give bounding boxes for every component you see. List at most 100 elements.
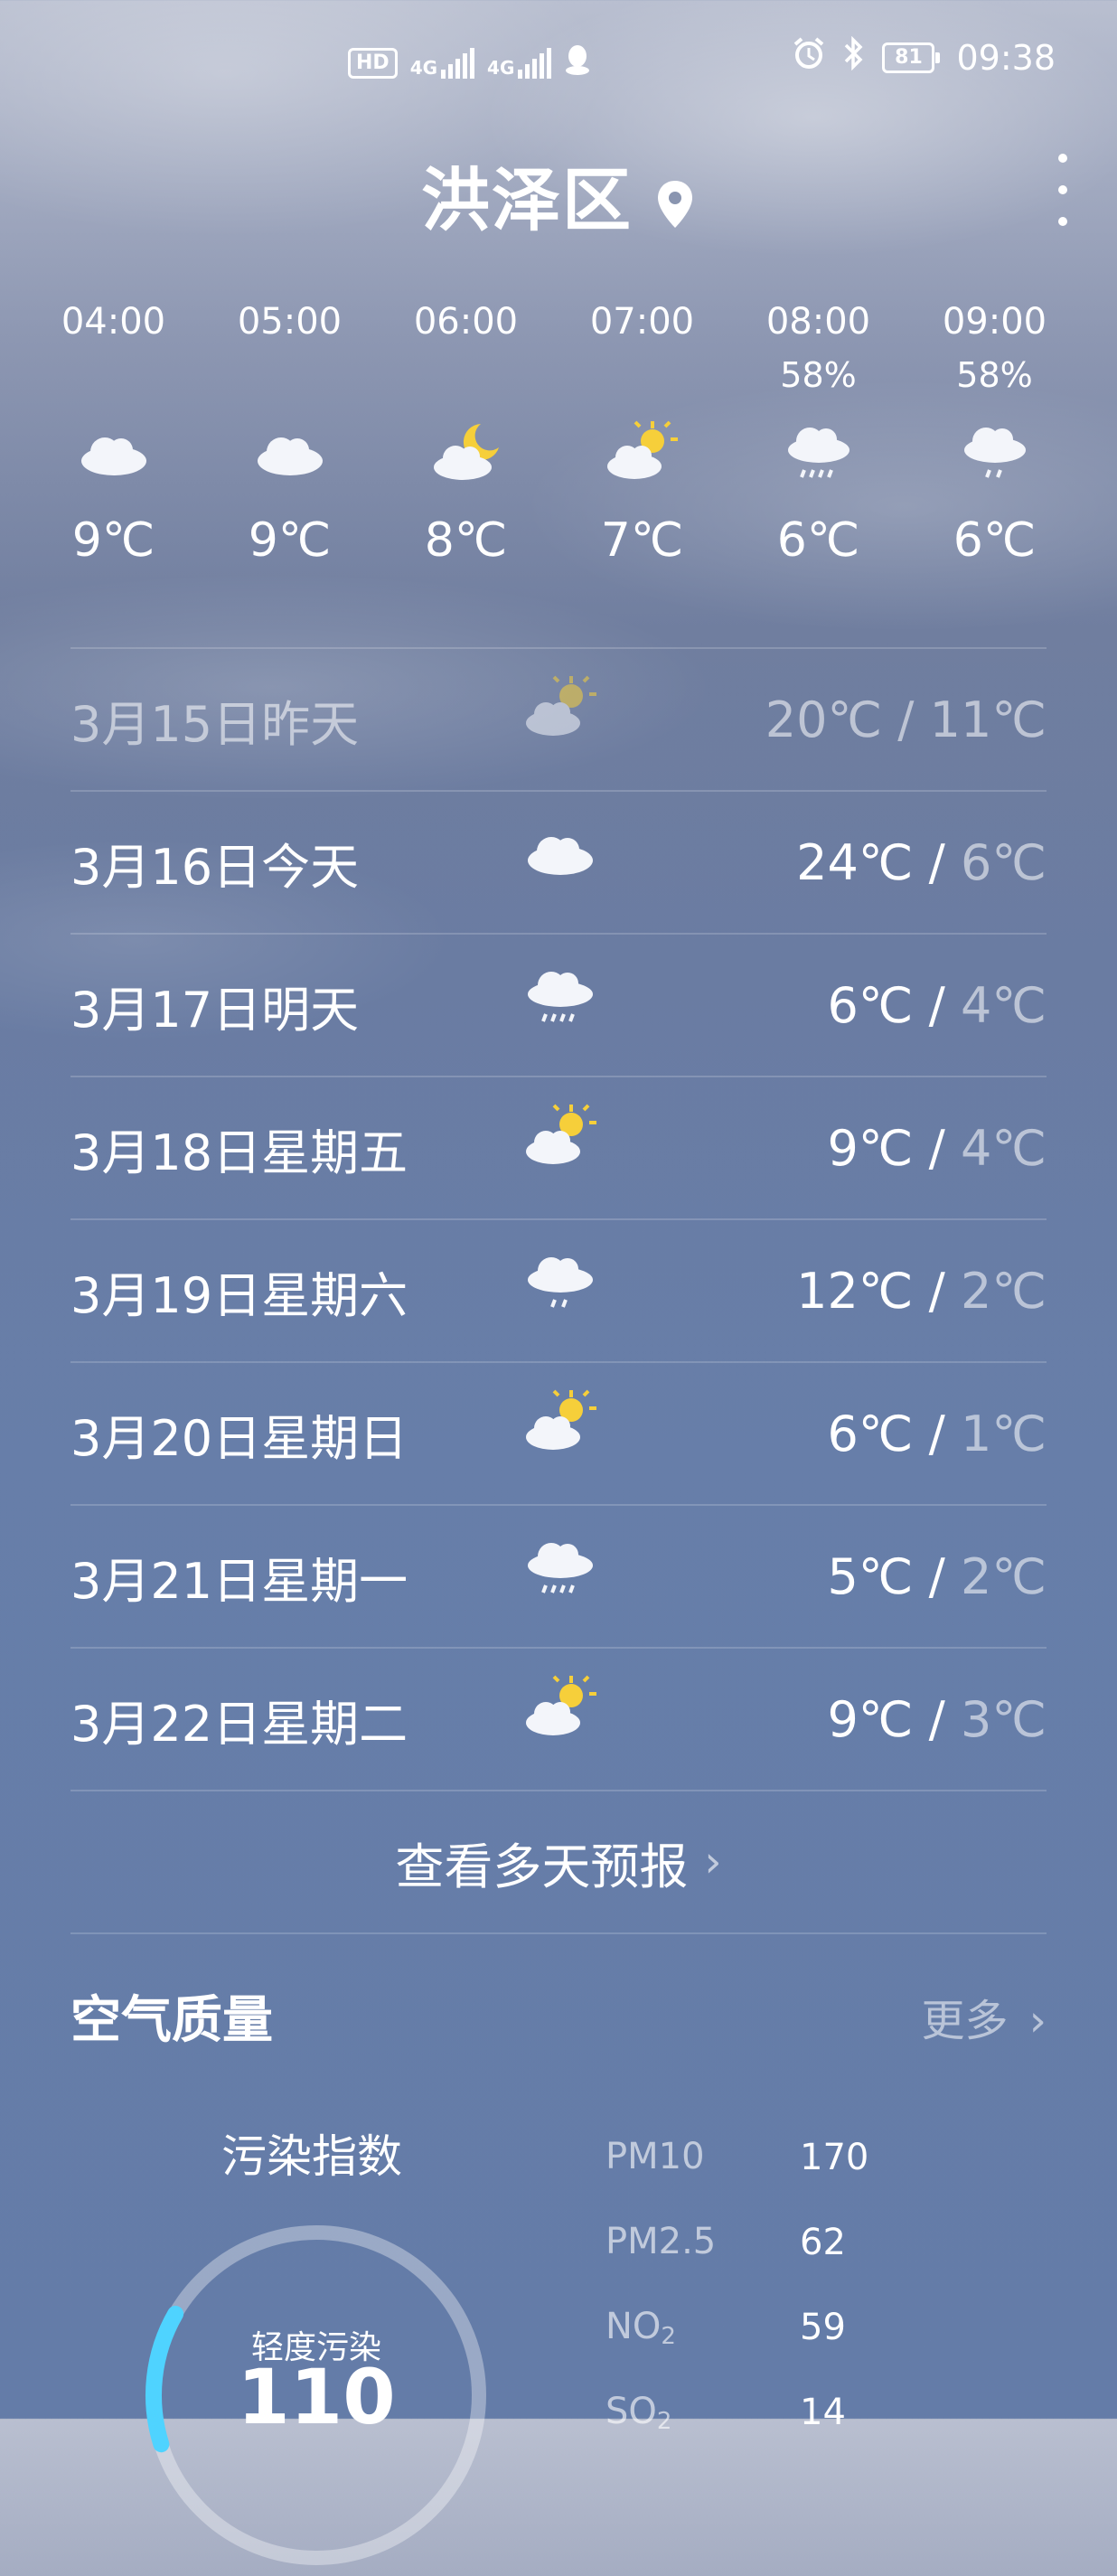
hour-precip (554, 353, 730, 407)
more-label: 更多 (921, 1996, 1009, 2046)
day-low: 1℃ (960, 1405, 1047, 1462)
day-temps: 6℃ / 4℃ (827, 976, 1047, 1034)
hour-item: 05:00 9℃ (202, 298, 378, 577)
hour-temp: 9℃ (248, 513, 332, 568)
day-date: 3月17日明天 (70, 981, 360, 1039)
signal-4g-icon: 4G (409, 47, 475, 79)
partly-sunny-icon (522, 1101, 600, 1177)
day-row[interactable]: 3月17日明天 6℃ / 4℃ (70, 933, 1047, 1076)
hour-temp: 7℃ (600, 513, 684, 568)
pollutant-row: PM2.5 62 (605, 2200, 1057, 2285)
hour-temp: 6℃ (953, 513, 1037, 568)
pollutant-value: 14 (800, 2392, 846, 2433)
hour-item: 06:00 8℃ (378, 298, 554, 577)
day-row[interactable]: 3月22日星期二 9℃ / 3℃ (70, 1647, 1047, 1790)
day-temps: 5℃ / 2℃ (827, 1547, 1047, 1605)
day-row-today[interactable]: 3月16日今天 24℃ / 6℃ (70, 790, 1047, 933)
rain-icon (522, 1529, 600, 1605)
alarm-icon (792, 36, 826, 79)
page-title[interactable]: 洪泽区 (0, 145, 1117, 246)
pollutant-value: 59 (800, 2307, 846, 2348)
partly-sunny-icon (522, 1672, 600, 1748)
light-rain-icon (522, 1244, 600, 1320)
day-low: 11℃ (929, 691, 1047, 748)
day-high: 9℃ (827, 1119, 914, 1177)
hour-precip: 58% (780, 355, 857, 395)
hour-time: 06:00 (413, 301, 519, 343)
hd-icon: HD (348, 47, 398, 79)
day-date: 3月18日星期五 (70, 1123, 408, 1181)
pollution-index-label: 污染指数 (221, 2130, 402, 2183)
cloudy-icon (25, 407, 202, 497)
pollutant-name: PM10 (605, 2135, 705, 2177)
day-high: 24℃ (796, 833, 914, 891)
pollutant-name: NO2 (605, 2305, 676, 2350)
day-date: 3月19日星期六 (70, 1266, 408, 1324)
day-high: 6℃ (827, 976, 914, 1034)
day-row-yesterday[interactable]: 3月15日昨天 20℃ / 11℃ (70, 647, 1047, 790)
day-temps: 20℃ / 11℃ (765, 691, 1047, 748)
hour-time: 09:00 (942, 301, 1047, 343)
pollutant-list: PM10 170 PM2.5 62 NO2 59 SO2 14 (605, 2115, 1057, 2455)
air-quality-more-link[interactable]: 更多 › (922, 1985, 1047, 2048)
day-row[interactable]: 3月21日星期一 5℃ / 2℃ (70, 1504, 1047, 1647)
day-low: 2℃ (960, 1547, 1047, 1605)
day-low: 6℃ (960, 833, 1047, 891)
cloudy-icon (202, 407, 378, 497)
status-right: 81 09:38 (792, 35, 1056, 79)
net-label: 4G (409, 56, 438, 79)
cloudy-icon (522, 815, 600, 891)
hour-time: 07:00 (589, 301, 695, 343)
day-row[interactable]: 3月19日星期六 12℃ / 2℃ (70, 1218, 1047, 1361)
net-label-2: 4G (487, 56, 515, 79)
hour-precip (25, 353, 202, 407)
qq-icon (564, 43, 591, 82)
hour-item: 07:00 7℃ (554, 298, 730, 577)
hour-time: 08:00 (765, 301, 871, 343)
hour-temp: 6℃ (776, 513, 860, 568)
partly-sunny-icon (522, 672, 600, 748)
hour-temp: 8℃ (424, 513, 508, 568)
hour-time: 05:00 (237, 301, 343, 343)
partly-sunny-icon (554, 407, 730, 497)
hour-time: 04:00 (61, 301, 166, 343)
light-rain-icon (906, 407, 1083, 497)
day-date: 3月16日今天 (70, 838, 360, 896)
partly-sunny-icon (522, 1387, 600, 1462)
more-menu-icon[interactable] (1045, 154, 1081, 226)
pollutant-row: PM10 170 (605, 2115, 1057, 2200)
pollutant-value: 62 (800, 2222, 846, 2263)
day-low: 3℃ (960, 1690, 1047, 1748)
battery-icon: 81 (882, 42, 941, 73)
aqi-value: 110 (237, 2353, 396, 2441)
more-forecast-label: 查看多天预报 (395, 1838, 689, 1895)
day-row[interactable]: 3月20日星期日 6℃ / 1℃ (70, 1361, 1047, 1504)
day-high: 20℃ (765, 691, 883, 748)
more-forecast-button[interactable]: 查看多天预报 › (70, 1790, 1047, 1934)
pollutant-value: 170 (800, 2137, 869, 2178)
clock: 09:38 (956, 37, 1056, 78)
location-name: 洪泽区 (421, 160, 633, 240)
daily-forecast: 3月15日昨天 20℃ / 11℃ 3月16日今天 24℃ / 6℃ 3月17日… (70, 647, 1047, 1934)
hour-item: 09:00 58% 6℃ (906, 298, 1083, 577)
day-date: 3月15日昨天 (70, 695, 360, 753)
day-date: 3月20日星期日 (70, 1409, 408, 1467)
status-bar: HD 4G 4G 81 09:38 (0, 35, 1117, 90)
rain-icon (730, 407, 906, 497)
pollutant-name: SO2 (605, 2390, 672, 2435)
pollutant-row: SO2 14 (605, 2370, 1057, 2455)
hourly-forecast[interactable]: 04:00 9℃ 05:00 9℃ 06:00 8℃ 07:00 7℃ 08:0… (25, 298, 1092, 577)
day-temps: 9℃ / 3℃ (827, 1690, 1047, 1748)
pollutant-name: PM2.5 (605, 2220, 717, 2262)
day-high: 12℃ (796, 1262, 914, 1320)
day-low: 4℃ (960, 1119, 1047, 1177)
hour-precip (202, 353, 378, 407)
day-high: 6℃ (827, 1405, 914, 1462)
bluetooth-icon (842, 35, 866, 79)
day-date: 3月21日星期一 (70, 1552, 408, 1610)
day-high: 5℃ (827, 1547, 914, 1605)
status-left: HD 4G 4G (348, 43, 591, 82)
day-low: 2℃ (960, 1262, 1047, 1320)
day-row[interactable]: 3月18日星期五 9℃ / 4℃ (70, 1076, 1047, 1218)
location-pin-icon (654, 165, 696, 246)
